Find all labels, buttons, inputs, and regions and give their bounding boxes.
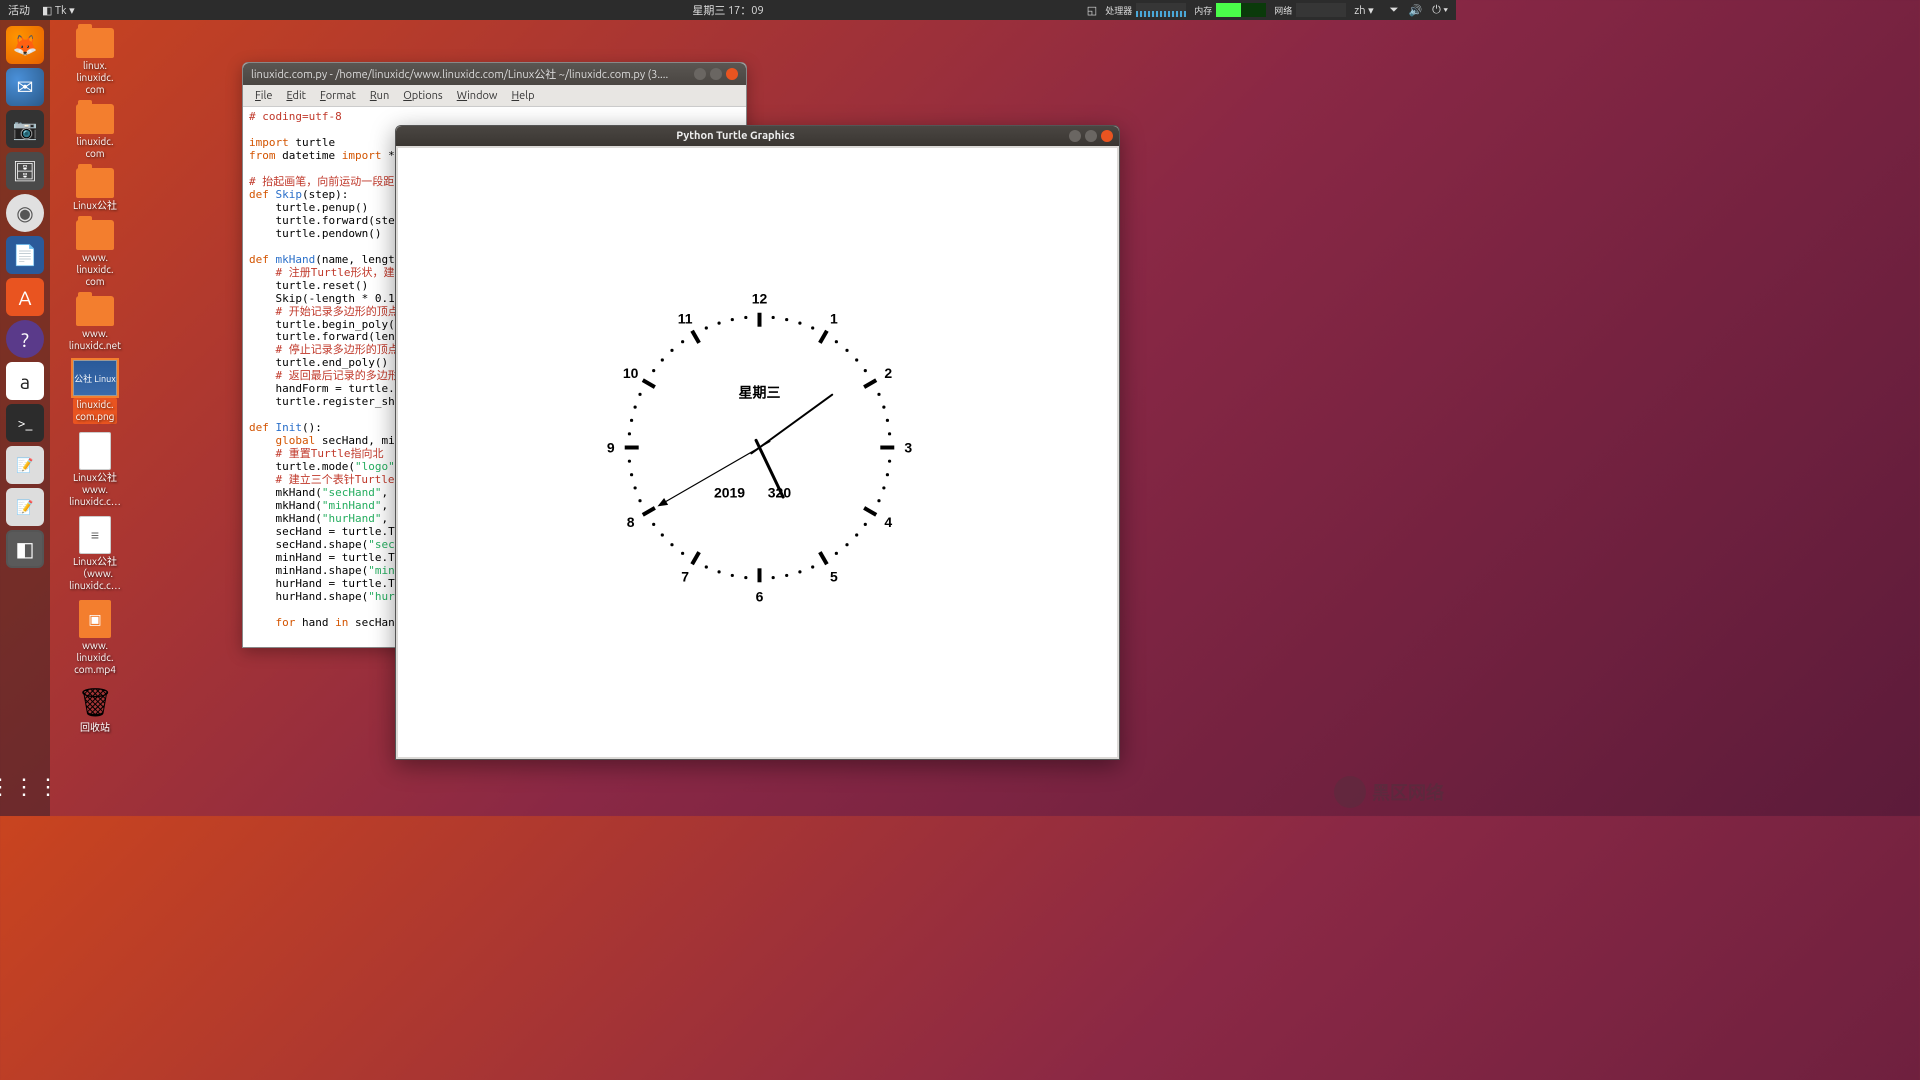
top-bar: 活动 ◧ Tk ▾ 星期三 17：09 ◱ 处理器 内存 网络 zh ▾ ⏷ 🔊… xyxy=(0,0,1456,20)
maximize-button[interactable] xyxy=(1085,130,1097,142)
launcher-idle[interactable]: ◧ xyxy=(6,530,44,568)
menu-window[interactable]: Window xyxy=(451,88,504,104)
launcher-terminal[interactable]: >_ xyxy=(6,404,44,442)
svg-text:2: 2 xyxy=(884,365,892,381)
launcher-libreoffice[interactable]: 📄 xyxy=(6,236,44,274)
watermark-logo-icon xyxy=(1334,776,1366,808)
launcher-python-file-1[interactable]: 📝 xyxy=(6,446,44,484)
svg-text:7: 7 xyxy=(681,568,689,584)
svg-text:2019: 2019 xyxy=(714,484,745,500)
svg-text:5: 5 xyxy=(830,568,838,584)
svg-text:12: 12 xyxy=(752,291,768,307)
menu-help[interactable]: Help xyxy=(505,88,540,104)
desktop-icon[interactable]: ▣www.linuxidc.com.mp4 xyxy=(55,600,135,676)
idle-title: linuxidc.com.py - /home/linuxidc/www.lin… xyxy=(251,66,694,82)
power-icon[interactable]: ⏻ ▾ xyxy=(1432,4,1448,17)
menu-edit[interactable]: Edit xyxy=(280,88,312,104)
desktop-icon[interactable]: 公社 Linuxlinuxidc.com.png xyxy=(55,360,135,424)
launcher-amazon[interactable]: a xyxy=(6,362,44,400)
menu-options[interactable]: Options xyxy=(397,88,448,104)
idle-menubar: FileEditFormatRunOptionsWindowHelp xyxy=(243,85,746,107)
clock-canvas: 121234567891011星期三2019320 xyxy=(398,148,1117,757)
launcher-software[interactable]: A xyxy=(6,278,44,316)
launcher-camera[interactable]: 📷 xyxy=(6,110,44,148)
svg-text:9: 9 xyxy=(607,440,615,456)
launcher-dock: 🦊 ✉ 📷 🗄 ◉ 📄 A ? a >_ 📝 📝 ◧ ⋮⋮⋮ xyxy=(0,20,50,816)
desktop-icon[interactable]: linuxidc.com xyxy=(55,104,135,160)
menu-run[interactable]: Run xyxy=(364,88,395,104)
minimize-button[interactable] xyxy=(694,68,706,80)
turtle-window[interactable]: Python Turtle Graphics 121234567891011星期… xyxy=(395,125,1120,760)
launcher-help[interactable]: ? xyxy=(6,320,44,358)
svg-text:6: 6 xyxy=(756,588,764,604)
desktop-icon[interactable]: Linux公社 xyxy=(55,168,135,212)
indicator-icon[interactable]: ◱ xyxy=(1087,4,1097,17)
watermark: 黑区网络 xyxy=(1334,776,1444,808)
idle-titlebar[interactable]: linuxidc.com.py - /home/linuxidc/www.lin… xyxy=(243,63,746,85)
volume-icon[interactable]: 🔊 xyxy=(1408,4,1422,17)
network-icon[interactable]: ⏷ xyxy=(1390,4,1399,17)
language-indicator[interactable]: zh ▾ xyxy=(1354,4,1373,17)
svg-text:8: 8 xyxy=(627,514,635,530)
show-applications[interactable]: ⋮⋮⋮ xyxy=(6,768,44,806)
launcher-python-file-2[interactable]: 📝 xyxy=(6,488,44,526)
launcher-files[interactable]: 🗄 xyxy=(6,152,44,190)
launcher-firefox[interactable]: 🦊 xyxy=(6,26,44,64)
svg-text:星期三: 星期三 xyxy=(739,385,781,401)
cpu-indicator[interactable]: 处理器 xyxy=(1105,3,1186,17)
svg-text:10: 10 xyxy=(623,365,639,381)
launcher-disk[interactable]: ◉ xyxy=(6,194,44,232)
desktop-icon[interactable]: www.linuxidc.com xyxy=(55,220,135,288)
menu-file[interactable]: File xyxy=(249,88,278,104)
svg-text:1: 1 xyxy=(830,311,838,327)
close-button[interactable] xyxy=(726,68,738,80)
app-menu[interactable]: ◧ Tk ▾ xyxy=(42,4,75,17)
close-button[interactable] xyxy=(1101,130,1113,142)
desktop-icons: linux.linuxidc.comlinuxidc.comLinux公社www… xyxy=(55,28,135,742)
turtle-title: Python Turtle Graphics xyxy=(402,130,1069,142)
turtle-titlebar[interactable]: Python Turtle Graphics xyxy=(396,126,1119,146)
svg-text:3: 3 xyxy=(904,440,912,456)
desktop-icon[interactable]: Linux公社www.linuxidc.c… xyxy=(55,432,135,508)
menu-format[interactable]: Format xyxy=(314,88,362,104)
svg-text:4: 4 xyxy=(884,514,892,530)
desktop-icon[interactable]: ≡Linux公社（www.linuxidc.c… xyxy=(55,516,135,592)
launcher-thunderbird[interactable]: ✉ xyxy=(6,68,44,106)
desktop-icon[interactable]: 🗑回收站 xyxy=(55,684,135,734)
svg-text:11: 11 xyxy=(678,311,693,327)
net-indicator[interactable]: 网络 xyxy=(1274,3,1346,17)
topbar-clock[interactable]: 星期三 17：09 xyxy=(692,2,763,18)
minimize-button[interactable] xyxy=(1069,130,1081,142)
desktop-icon[interactable]: www.linuxidc.net xyxy=(55,296,135,352)
activities-button[interactable]: 活动 xyxy=(8,2,30,18)
maximize-button[interactable] xyxy=(710,68,722,80)
desktop-icon[interactable]: linux.linuxidc.com xyxy=(55,28,135,96)
mem-indicator[interactable]: 内存 xyxy=(1194,3,1266,17)
